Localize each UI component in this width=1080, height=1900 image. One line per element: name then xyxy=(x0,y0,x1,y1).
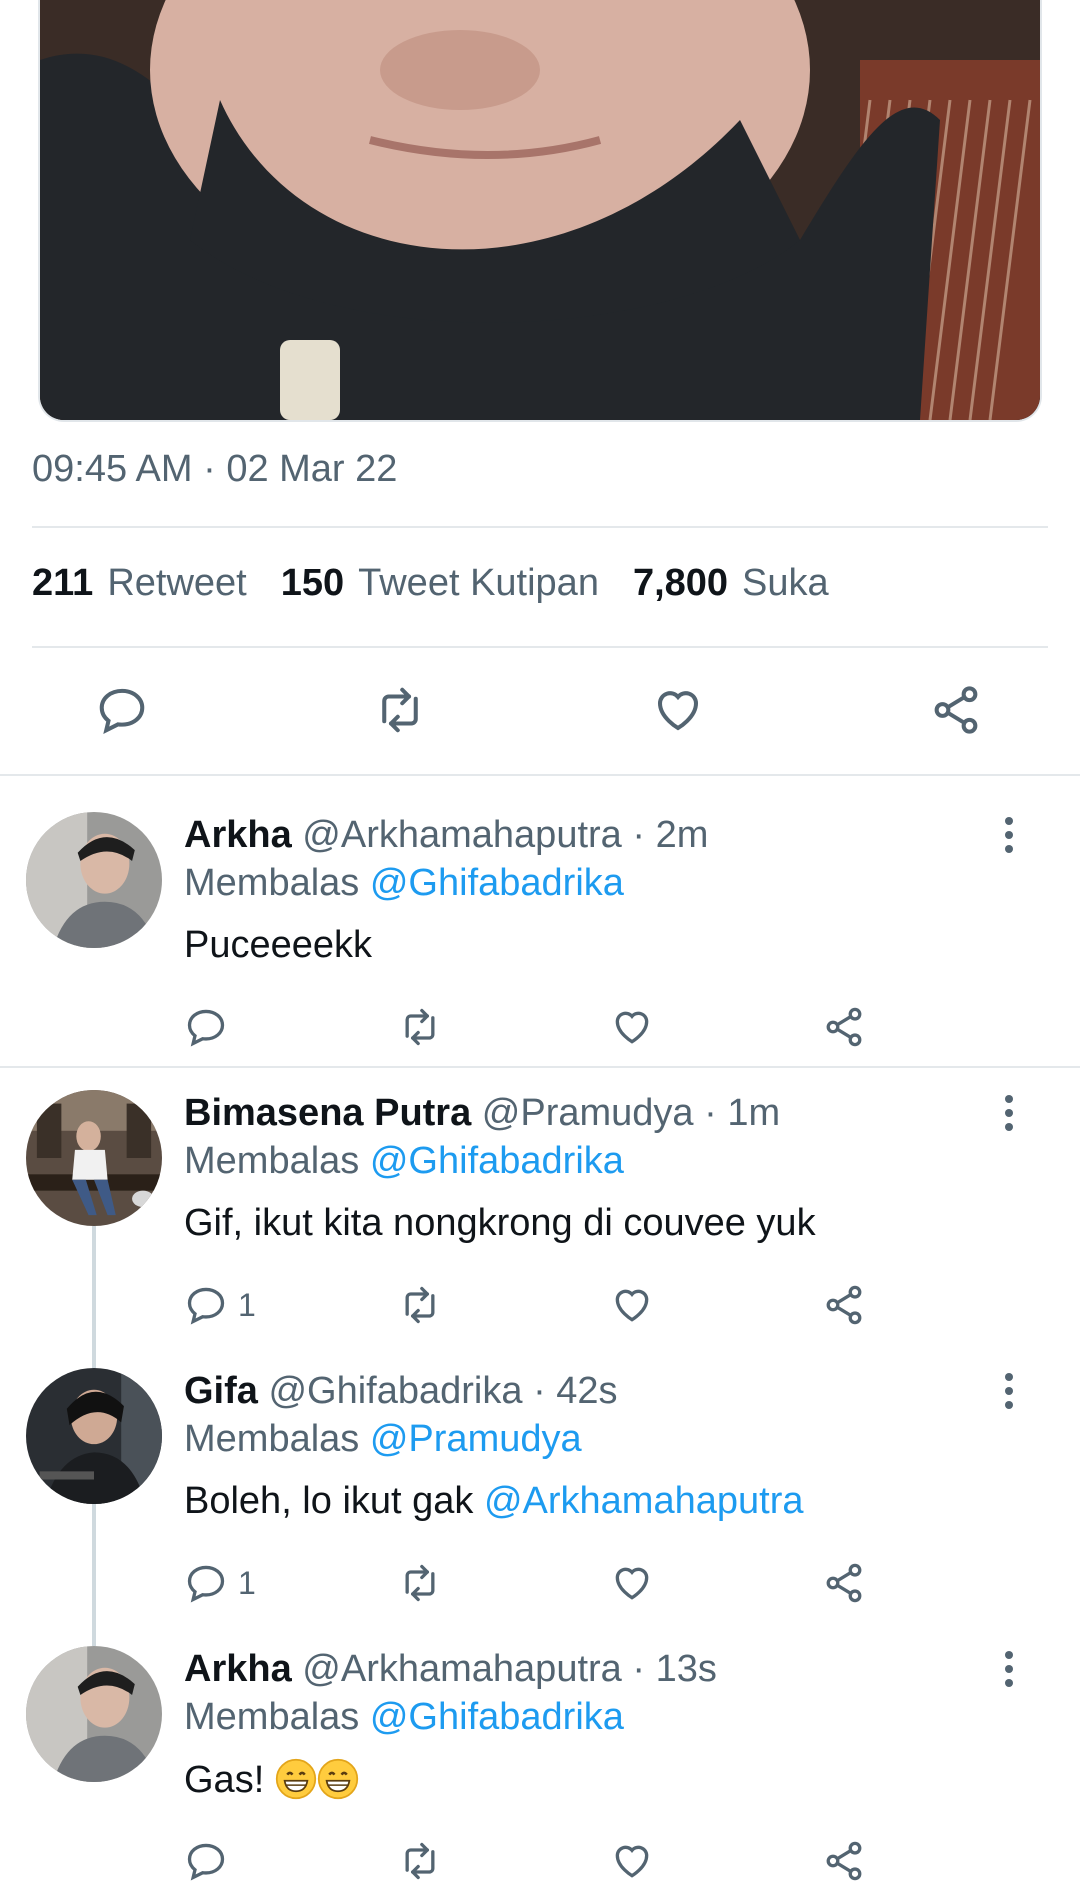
replying-to: Membalas @Pramudya xyxy=(184,1418,582,1460)
replying-to: Membalas @Ghifabadrika xyxy=(184,862,624,904)
mention-link[interactable]: @Arkhamahaputra xyxy=(484,1480,804,1522)
reply-header: Arkha @Arkhamahaputra · 13s xyxy=(184,1648,717,1691)
more-options-button[interactable] xyxy=(992,1366,1026,1416)
tweet-actions xyxy=(0,678,1080,742)
like-button[interactable] xyxy=(646,678,710,742)
reply-icon xyxy=(187,1565,225,1603)
reply-text: Puceeeekk xyxy=(184,924,373,966)
share-button[interactable] xyxy=(822,1836,866,1886)
heart-icon xyxy=(615,1567,649,1600)
like-button[interactable] xyxy=(610,1280,654,1330)
avatar[interactable] xyxy=(26,1090,162,1226)
reply-header: Gifa @Ghifabadrika · 42s xyxy=(184,1370,618,1413)
reply-button[interactable] xyxy=(184,1002,238,1052)
reply-actions: 1 xyxy=(0,1280,1080,1330)
retweet-icon xyxy=(405,1286,435,1324)
share-icon xyxy=(826,1007,862,1047)
retweet-button[interactable] xyxy=(398,1558,442,1608)
reply-time: · 1m xyxy=(704,1092,781,1134)
stat-likes[interactable]: 7,800 Suka xyxy=(633,562,829,605)
display-name[interactable]: Gifa xyxy=(184,1370,258,1412)
reply-actions xyxy=(0,1836,1080,1886)
reply-button[interactable]: 1 xyxy=(184,1558,256,1608)
user-handle[interactable]: @Pramudya xyxy=(482,1092,694,1134)
share-button[interactable] xyxy=(822,1280,866,1330)
grinning-face-emoji-icon xyxy=(275,1758,316,1800)
reply-to-link[interactable]: @Ghifabadrika xyxy=(370,862,624,904)
reply-time: · 13s xyxy=(632,1648,717,1690)
user-handle[interactable]: @Ghifabadrika xyxy=(268,1370,522,1412)
tweet-timestamp: 09:45 AM · 02 Mar 22 xyxy=(32,448,398,490)
retweet-button[interactable] xyxy=(398,1002,442,1052)
reply-button[interactable] xyxy=(184,1836,238,1886)
reply-icon xyxy=(99,688,145,735)
retweet-button[interactable] xyxy=(398,1836,442,1886)
reply-text: Boleh, lo ikut gak @Arkhamahaputra xyxy=(184,1480,804,1522)
reply-tweet[interactable]: Bimasena Putra @Pramudya · 1m Membalas @… xyxy=(0,1068,1080,1346)
reply-header: Arkha @Arkhamahaputra · 2m xyxy=(184,814,708,857)
like-button[interactable] xyxy=(610,1836,654,1886)
avatar[interactable] xyxy=(26,1368,162,1504)
display-name[interactable]: Arkha xyxy=(184,814,292,856)
reply-to-link[interactable]: @Ghifabadrika xyxy=(370,1696,624,1738)
stat-retweets[interactable]: 211 Retweet xyxy=(32,562,247,605)
reply-actions xyxy=(0,1002,1080,1052)
reply-button[interactable] xyxy=(90,678,154,742)
avatar[interactable] xyxy=(26,812,162,948)
share-icon xyxy=(826,1841,862,1881)
reply-count: 1 xyxy=(238,1564,256,1601)
share-button[interactable] xyxy=(822,1558,866,1608)
reply-text: Gif, ikut kita nongkrong di couvee yuk xyxy=(184,1202,816,1244)
reply-text: Gas! xyxy=(184,1758,359,1802)
heart-icon xyxy=(657,691,699,731)
heart-icon xyxy=(615,1011,649,1044)
divider xyxy=(32,646,1048,648)
share-button[interactable] xyxy=(924,678,988,742)
more-options-button[interactable] xyxy=(992,1644,1026,1694)
reply-button[interactable]: 1 xyxy=(184,1280,256,1330)
reply-time: · 2m xyxy=(632,814,709,856)
more-options-button[interactable] xyxy=(992,810,1026,860)
stat-quote-tweets[interactable]: 150 Tweet Kutipan xyxy=(281,562,599,605)
reply-icon xyxy=(187,1843,225,1881)
user-handle[interactable]: @Arkhamahaputra xyxy=(302,814,622,856)
reply-to-link[interactable]: @Pramudya xyxy=(370,1418,582,1460)
share-icon xyxy=(826,1563,862,1603)
heart-icon xyxy=(615,1845,649,1878)
reply-to-link[interactable]: @Ghifabadrika xyxy=(370,1140,624,1182)
reply-time: · 42s xyxy=(533,1370,618,1412)
retweet-icon xyxy=(382,687,418,733)
reply-icon xyxy=(187,1009,225,1047)
reply-header: Bimasena Putra @Pramudya · 1m xyxy=(184,1092,780,1135)
grinning-face-emoji-icon xyxy=(317,1758,358,1800)
reply-tweet[interactable]: Arkha @Arkhamahaputra · 13s Membalas @Gh… xyxy=(0,1624,1080,1900)
share-icon xyxy=(934,686,978,734)
retweet-icon xyxy=(405,1842,435,1880)
display-name[interactable]: Arkha xyxy=(184,1648,292,1690)
user-handle[interactable]: @Arkhamahaputra xyxy=(302,1648,622,1690)
tweet-stats: 211 Retweet 150 Tweet Kutipan 7,800 Suka xyxy=(32,562,829,605)
heart-icon xyxy=(615,1289,649,1322)
like-button[interactable] xyxy=(610,1002,654,1052)
reply-count: 1 xyxy=(238,1286,256,1323)
retweet-icon xyxy=(405,1008,435,1046)
reply-tweet[interactable]: Arkha @Arkhamahaputra · 2m Membalas @Ghi… xyxy=(0,776,1080,1066)
replying-to: Membalas @Ghifabadrika xyxy=(184,1140,624,1182)
retweet-icon xyxy=(405,1564,435,1602)
retweet-button[interactable] xyxy=(398,1280,442,1330)
replying-to: Membalas @Ghifabadrika xyxy=(184,1696,624,1738)
reply-icon xyxy=(187,1287,225,1325)
more-options-button[interactable] xyxy=(992,1088,1026,1138)
share-button[interactable] xyxy=(822,1002,866,1052)
reply-tweet[interactable]: Gifa @Ghifabadrika · 42s Membalas @Pramu… xyxy=(0,1346,1080,1624)
divider xyxy=(32,526,1048,528)
like-button[interactable] xyxy=(610,1558,654,1608)
reply-actions: 1 xyxy=(0,1558,1080,1608)
tweet-media-image[interactable] xyxy=(38,0,1042,422)
retweet-button[interactable] xyxy=(368,678,432,742)
share-icon xyxy=(826,1285,862,1325)
avatar[interactable] xyxy=(26,1646,162,1782)
display-name[interactable]: Bimasena Putra xyxy=(184,1092,471,1134)
